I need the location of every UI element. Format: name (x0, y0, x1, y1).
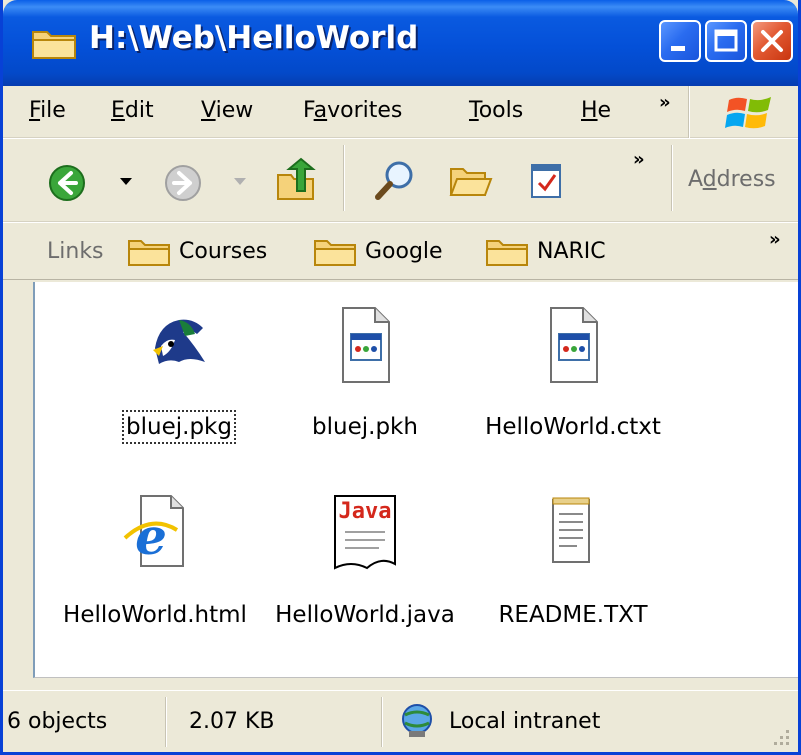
file-item[interactable]: bluej.pkh (255, 306, 475, 456)
menu-favorites[interactable]: Favorites (303, 98, 402, 123)
window-title: H:\Web\HelloWorld (89, 20, 419, 56)
status-zone: Local intranet (387, 697, 747, 747)
status-size-text: 2.07 KB (189, 709, 275, 734)
svg-text:Java: Java (339, 499, 392, 524)
ie-document-icon: e (123, 495, 184, 567)
menu-tools-accel: T (469, 98, 479, 123)
generic-file-icon (342, 307, 390, 383)
status-objects: 6 objects (3, 697, 163, 747)
menu-file-accel: F (29, 98, 41, 123)
menu-edit[interactable]: Edit (111, 98, 154, 123)
menu-file-label: ile (40, 98, 66, 123)
file-item[interactable]: README.TXT (463, 494, 683, 644)
menu-view-label: iew (215, 98, 254, 123)
folders-icon[interactable] (449, 161, 493, 201)
file-name: HelloWorld.ctxt (485, 414, 661, 440)
file-name: HelloWorld.html (63, 602, 247, 628)
status-divider (165, 697, 167, 747)
toolbar-chevron-button[interactable]: » (633, 149, 645, 170)
close-icon (761, 30, 783, 52)
menu-favorites-accel: a (313, 98, 328, 123)
status-size: 2.07 KB (171, 697, 371, 747)
menu-view[interactable]: View (201, 98, 253, 123)
menu-edit-label: dit (124, 98, 154, 123)
toolbar-separator (343, 145, 345, 211)
menu-chevron-button[interactable]: » (659, 92, 671, 113)
address-rest: dress (716, 167, 776, 192)
address-pre: A (688, 167, 703, 192)
file-list-view[interactable]: bluej.pkg bluej.pkh HelloWorld.ctxt e He… (33, 282, 798, 678)
close-button[interactable] (751, 20, 793, 62)
file-item[interactable]: Java HelloWorld.java (255, 494, 475, 644)
menu-favorites-label: vorites (327, 98, 403, 123)
search-icon[interactable] (373, 159, 417, 203)
link-google[interactable]: Google (313, 233, 463, 269)
java-file-icon: Java (334, 495, 396, 570)
minimize-icon (671, 46, 685, 51)
svg-text:e: e (135, 507, 167, 566)
file-name: bluej.pkh (312, 414, 418, 440)
task-icon[interactable] (529, 161, 565, 201)
file-name: README.TXT (498, 602, 648, 628)
menu-edit-accel: E (111, 98, 125, 123)
menu-view-accel: V (201, 98, 216, 123)
menu-help-accel: H (581, 98, 598, 123)
link-label: Google (365, 239, 443, 264)
address-label[interactable]: Address (688, 167, 776, 192)
forward-dropdown-icon[interactable] (233, 177, 247, 187)
back-dropdown-icon[interactable] (119, 177, 133, 187)
links-label: Links (47, 239, 104, 264)
status-divider (381, 697, 383, 747)
status-objects-text: 6 objects (7, 709, 108, 734)
windows-logo-icon (725, 97, 771, 129)
menu-help-label: e (597, 98, 612, 123)
link-label: Courses (179, 239, 268, 264)
standard-toolbar: » Address (3, 138, 798, 222)
local-intranet-icon (402, 704, 432, 737)
file-name: HelloWorld.java (275, 602, 455, 628)
menu-bar: File Edit View Favorites Tools He » (3, 86, 798, 138)
folder-icon (32, 31, 76, 59)
minimize-button[interactable] (659, 20, 701, 62)
menu-separator (688, 86, 690, 138)
toolbar-separator (671, 145, 673, 211)
up-folder-icon[interactable] (275, 157, 317, 203)
bluej-bird-icon (153, 319, 205, 364)
menu-favorites-pre: F (303, 98, 314, 123)
file-item[interactable]: HelloWorld.ctxt (463, 306, 683, 456)
forward-icon[interactable] (163, 163, 203, 203)
links-bar: Links Courses Google NARIC » (3, 222, 798, 280)
menu-help[interactable]: He (581, 98, 611, 123)
status-bar: 6 objects 2.07 KB Local intranet (3, 690, 798, 752)
maximize-button[interactable] (705, 20, 747, 62)
links-chevron-button[interactable]: » (769, 229, 781, 250)
link-label: NARIC (537, 239, 606, 264)
maximize-icon (714, 29, 738, 52)
menu-file[interactable]: File (29, 98, 66, 123)
folder-icon (486, 240, 528, 266)
menu-tools[interactable]: Tools (469, 98, 523, 123)
folder-icon (314, 240, 356, 266)
explorer-window: H:\Web\HelloWorld File Edit View Favorit… (0, 0, 801, 755)
address-accel: d (702, 167, 717, 192)
back-icon[interactable] (47, 163, 87, 203)
resize-grip-icon[interactable] (770, 726, 792, 748)
notepad-text-icon (552, 497, 590, 563)
status-zone-text: Local intranet (449, 709, 601, 734)
link-naric[interactable]: NARIC (485, 233, 635, 269)
file-name-text: bluej.pkg (122, 410, 236, 444)
menu-tools-label: ools (478, 98, 524, 123)
title-bar[interactable]: H:\Web\HelloWorld (3, 0, 798, 86)
folder-icon (128, 240, 170, 266)
link-courses[interactable]: Courses (127, 233, 287, 269)
file-item[interactable]: e HelloWorld.html (45, 494, 265, 644)
generic-file-icon (550, 307, 598, 383)
